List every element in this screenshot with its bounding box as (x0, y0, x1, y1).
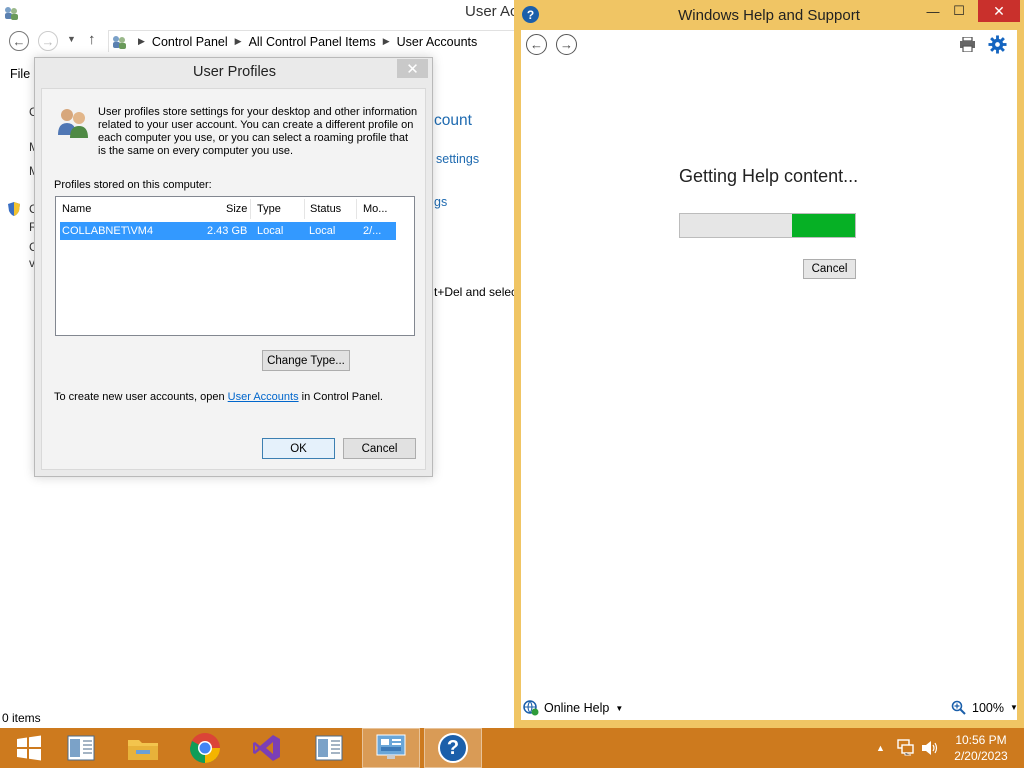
loading-progress-bar (679, 213, 856, 238)
cell-size: 2.43 GB (207, 225, 248, 237)
loading-status-text: Getting Help content... (679, 166, 859, 186)
clock-time: 10:56 PM (955, 733, 1007, 747)
forward-arrow-icon[interactable]: → (38, 31, 58, 51)
user-accounts-link[interactable]: User Accounts (228, 391, 299, 403)
breadcrumb-chevron-icon: ▶ (234, 36, 242, 46)
cell-status: Local (309, 225, 336, 237)
close-icon[interactable]: ✕ (978, 0, 1020, 22)
column-header-name[interactable]: Name (62, 203, 91, 215)
online-help-globe-icon (523, 700, 539, 716)
status-bar-items: 0 items (2, 711, 41, 725)
column-divider (304, 199, 305, 219)
create-accounts-info: To create new user accounts, open User A… (54, 391, 383, 403)
cell-type: Local (257, 225, 284, 237)
dialog-body: User profiles store settings for your de… (41, 88, 426, 470)
navigation-bar: ← → ▼ ↑ ▶ Control Panel ▶ All Control Pa… (0, 28, 514, 54)
zoom-icon (951, 700, 966, 715)
user-profiles-dialog: User Profiles ✕ User profiles store sett… (34, 57, 433, 477)
control-panel-titlebar: User Ac (0, 0, 518, 26)
volume-icon[interactable] (921, 740, 938, 756)
chrome-icon[interactable] (176, 728, 234, 768)
help-icon[interactable]: ? (424, 728, 482, 768)
column-header-status[interactable]: Status (310, 203, 341, 215)
user-accounts-icon (113, 35, 126, 49)
file-menu[interactable]: File (10, 67, 30, 81)
info-text: To create new user accounts, open (54, 391, 228, 403)
ok-button[interactable]: OK (262, 438, 335, 459)
online-help-label: Online Help (544, 701, 610, 715)
table-row[interactable]: COLLABNET\VM4 2.43 GB Local Local 2/... (60, 222, 396, 240)
forward-arrow-icon[interactable]: → (556, 34, 577, 55)
print-icon[interactable] (959, 37, 976, 52)
breadcrumb-control-panel[interactable]: Control Panel (152, 35, 228, 49)
window-title: User Ac (465, 3, 518, 20)
user-settings-link[interactable]: gs (434, 195, 447, 209)
gear-icon[interactable] (988, 35, 1007, 54)
close-icon[interactable]: ✕ (397, 59, 428, 78)
user-profiles-icon (58, 109, 88, 138)
help-cancel-button[interactable]: Cancel (803, 259, 856, 279)
system-clock[interactable]: 10:56 PM 2/20/2023 (948, 732, 1014, 764)
list-header: Name Size Type Status Mo... (56, 197, 414, 221)
cancel-button[interactable]: Cancel (343, 438, 416, 459)
cell-modified: 2/... (363, 225, 382, 237)
uac-shield-icon (8, 202, 20, 216)
progress-fill (792, 214, 855, 237)
document-icon[interactable] (300, 728, 358, 768)
column-header-modified[interactable]: Mo... (363, 203, 387, 215)
profiles-list[interactable]: Name Size Type Status Mo... COLLABNET\VM… (55, 196, 415, 336)
column-header-type[interactable]: Type (257, 203, 281, 215)
chevron-down-icon: ▼ (1009, 703, 1018, 712)
back-arrow-icon[interactable]: ← (526, 34, 547, 55)
clock-date: 2/20/2023 (954, 749, 1008, 763)
online-help-menu[interactable]: Online Help ▼ (523, 700, 623, 716)
profiles-label: Profiles stored on this computer: (54, 179, 212, 191)
control-panel-icon[interactable] (362, 728, 420, 768)
zoom-level: 100% (972, 700, 1004, 715)
up-arrow-icon[interactable]: ↑ (88, 31, 96, 48)
dialog-description: User profiles store settings for your de… (98, 106, 418, 157)
file-explorer-icon[interactable] (114, 728, 172, 768)
show-hidden-icons-icon[interactable]: ▲ (876, 743, 885, 753)
maximize-icon[interactable]: ☐ (944, 0, 974, 22)
breadcrumb-user-accounts[interactable]: User Accounts (397, 35, 478, 49)
dialog-title: User Profiles (193, 64, 276, 80)
info-text: in Control Panel. (298, 391, 383, 403)
ctrl-alt-del-text: t+Del and selec (434, 285, 518, 299)
change-account-link[interactable]: count (434, 112, 472, 130)
breadcrumb-all-items[interactable]: All Control Panel Items (249, 35, 376, 49)
back-arrow-icon[interactable]: ← (9, 31, 29, 51)
taskbar: ? ▲ 10:56 PM 2/20/2023 (0, 728, 1024, 768)
chevron-down-icon: ▼ (615, 703, 624, 713)
column-divider (250, 199, 251, 219)
account-settings-link[interactable]: settings (436, 152, 479, 166)
user-accounts-icon (5, 7, 18, 20)
change-type-button[interactable]: Change Type... (262, 350, 350, 371)
column-header-size[interactable]: Size (226, 203, 247, 215)
address-bar[interactable]: ▶ Control Panel ▶ All Control Panel Item… (108, 30, 514, 52)
help-content-pane: ← → Getting Help content... Cancel Onlin… (521, 30, 1018, 720)
network-icon[interactable] (897, 739, 915, 756)
breadcrumb-chevron-icon: ▶ (382, 36, 390, 46)
cell-name: COLLABNET\VM4 (62, 225, 154, 237)
document-icon[interactable] (52, 728, 110, 768)
help-support-window: ? Windows Help and Support — ☐ ✕ ← → Get… (514, 0, 1024, 728)
visual-studio-icon[interactable] (238, 728, 296, 768)
breadcrumb-chevron-icon: ▶ (138, 36, 145, 46)
column-divider (356, 199, 357, 219)
zoom-control[interactable]: 100% ▼ (951, 700, 1018, 715)
windows-start-icon[interactable] (0, 728, 58, 768)
help-footer: Online Help ▼ 100% ▼ (521, 696, 1018, 720)
recent-locations-chevron-icon[interactable]: ▼ (67, 34, 76, 44)
